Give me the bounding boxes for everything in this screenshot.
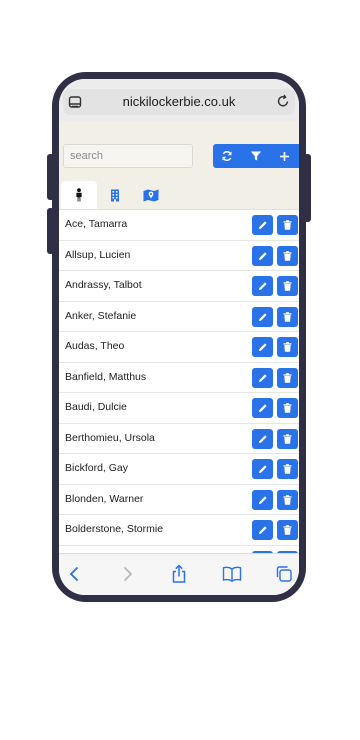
filter-icon xyxy=(250,151,262,161)
reload-icon[interactable] xyxy=(275,93,291,109)
person-name: Blonden, Warner xyxy=(65,492,144,505)
delete-button[interactable] xyxy=(277,520,298,540)
add-button[interactable] xyxy=(270,144,299,168)
edit-button[interactable] xyxy=(252,245,273,266)
trash-icon xyxy=(283,403,292,413)
plus-icon xyxy=(280,151,290,161)
refresh-icon xyxy=(222,151,232,161)
delete-button[interactable] xyxy=(277,459,298,479)
person-name: Anker, Stefanie xyxy=(65,309,137,322)
browser-toolbar xyxy=(59,553,299,595)
person-name: Berthomieu, Ursola xyxy=(65,431,155,444)
phone-screen: nickilockerbie.co.uk search Ace, Tamarra… xyxy=(59,79,299,595)
list-item[interactable]: Ace, Tamarra xyxy=(59,210,299,241)
phone-frame: nickilockerbie.co.uk search Ace, Tamarra… xyxy=(52,72,306,602)
trash-icon xyxy=(283,464,292,474)
filter-button[interactable] xyxy=(242,144,271,168)
action-toolbar xyxy=(213,144,299,168)
pencil-icon xyxy=(258,251,267,260)
trash-icon xyxy=(283,433,292,444)
search-input[interactable] xyxy=(63,144,193,168)
delete-button[interactable] xyxy=(277,276,298,296)
back-icon[interactable] xyxy=(65,564,85,584)
bookmarks-icon[interactable] xyxy=(222,564,242,584)
url-text: nickilockerbie.co.uk xyxy=(122,94,236,109)
list-item[interactable]: Andrassy, Talbot xyxy=(59,271,299,302)
delete-button[interactable] xyxy=(277,245,298,266)
trash-icon xyxy=(283,525,292,535)
person-name: Andrassy, Talbot xyxy=(65,279,142,291)
delete-button[interactable] xyxy=(277,428,298,449)
list-item[interactable]: Baudi, Dulcie xyxy=(59,393,299,424)
pencil-icon xyxy=(258,343,267,351)
trash-icon xyxy=(283,372,292,383)
pencil-icon xyxy=(258,465,267,473)
edit-button[interactable] xyxy=(252,520,273,540)
tab-buildings[interactable] xyxy=(97,181,133,209)
edit-button[interactable] xyxy=(252,276,273,296)
trash-icon xyxy=(283,342,292,352)
pencil-icon xyxy=(258,526,267,534)
pencil-icon xyxy=(258,282,267,290)
delete-button[interactable] xyxy=(277,306,298,327)
refresh-button[interactable] xyxy=(213,144,242,168)
edit-button[interactable] xyxy=(252,337,273,357)
edit-button[interactable] xyxy=(252,398,273,418)
pencil-icon xyxy=(258,434,267,443)
person-name: Bickford, Gay xyxy=(65,462,129,474)
map-icon xyxy=(143,189,159,202)
tab-map[interactable] xyxy=(133,181,169,209)
trash-icon xyxy=(283,494,292,505)
person-icon xyxy=(76,188,82,202)
edit-button[interactable] xyxy=(252,367,273,388)
edit-button[interactable] xyxy=(252,428,273,449)
building-icon xyxy=(111,189,119,201)
delete-button[interactable] xyxy=(277,215,298,235)
pencil-icon xyxy=(258,404,267,412)
list-item[interactable]: Allsup, Lucien xyxy=(59,241,299,271)
person-name: Audas, Theo xyxy=(65,340,125,352)
delete-button[interactable] xyxy=(277,367,298,388)
people-list: Ace, Tamarra Allsup, Lucien Andrassy, Talb… xyxy=(59,209,299,553)
forward-icon[interactable] xyxy=(117,564,137,584)
pencil-icon xyxy=(258,495,267,504)
person-name: Banfield, Matthus xyxy=(65,370,147,383)
delete-button[interactable] xyxy=(277,398,298,418)
edit-button[interactable] xyxy=(252,489,273,510)
tab-people[interactable] xyxy=(61,181,97,209)
share-icon[interactable] xyxy=(169,564,189,584)
list-item[interactable]: Bickford, Gay xyxy=(59,454,299,485)
trash-icon xyxy=(283,311,292,322)
list-item[interactable]: Berthomieu, Ursola xyxy=(59,424,299,454)
list-item[interactable]: Anker, Stefanie xyxy=(59,302,299,332)
list-item[interactable]: Boston, Vi xyxy=(59,546,299,553)
list-item[interactable]: Banfield, Matthus xyxy=(59,363,299,393)
list-item[interactable]: Audas, Theo xyxy=(59,332,299,363)
person-name: Bolderstone, Stormie xyxy=(65,523,164,535)
list-item[interactable]: Blonden, Warner xyxy=(59,485,299,515)
url-field[interactable]: nickilockerbie.co.uk xyxy=(63,89,295,115)
delete-button[interactable] xyxy=(277,489,298,510)
tabs-icon[interactable] xyxy=(274,564,294,584)
view-tabs xyxy=(59,181,299,209)
person-name: Ace, Tamarra xyxy=(65,218,128,230)
edit-button[interactable] xyxy=(252,215,273,235)
reader-mode-icon[interactable] xyxy=(67,94,83,110)
pencil-icon xyxy=(258,221,267,229)
list-item[interactable]: Bolderstone, Stormie xyxy=(59,515,299,546)
pencil-icon xyxy=(258,312,267,321)
edit-button[interactable] xyxy=(252,459,273,479)
trash-icon xyxy=(283,281,292,291)
person-name: Baudi, Dulcie xyxy=(65,401,127,413)
delete-button[interactable] xyxy=(277,337,298,357)
pencil-icon xyxy=(258,373,267,382)
trash-icon xyxy=(283,250,292,261)
edit-button[interactable] xyxy=(252,306,273,327)
address-bar: nickilockerbie.co.uk xyxy=(59,79,299,121)
trash-icon xyxy=(283,220,292,230)
person-name: Allsup, Lucien xyxy=(65,248,131,261)
app-content: Ace, Tamarra Allsup, Lucien Andrassy, Talb… xyxy=(59,121,299,553)
